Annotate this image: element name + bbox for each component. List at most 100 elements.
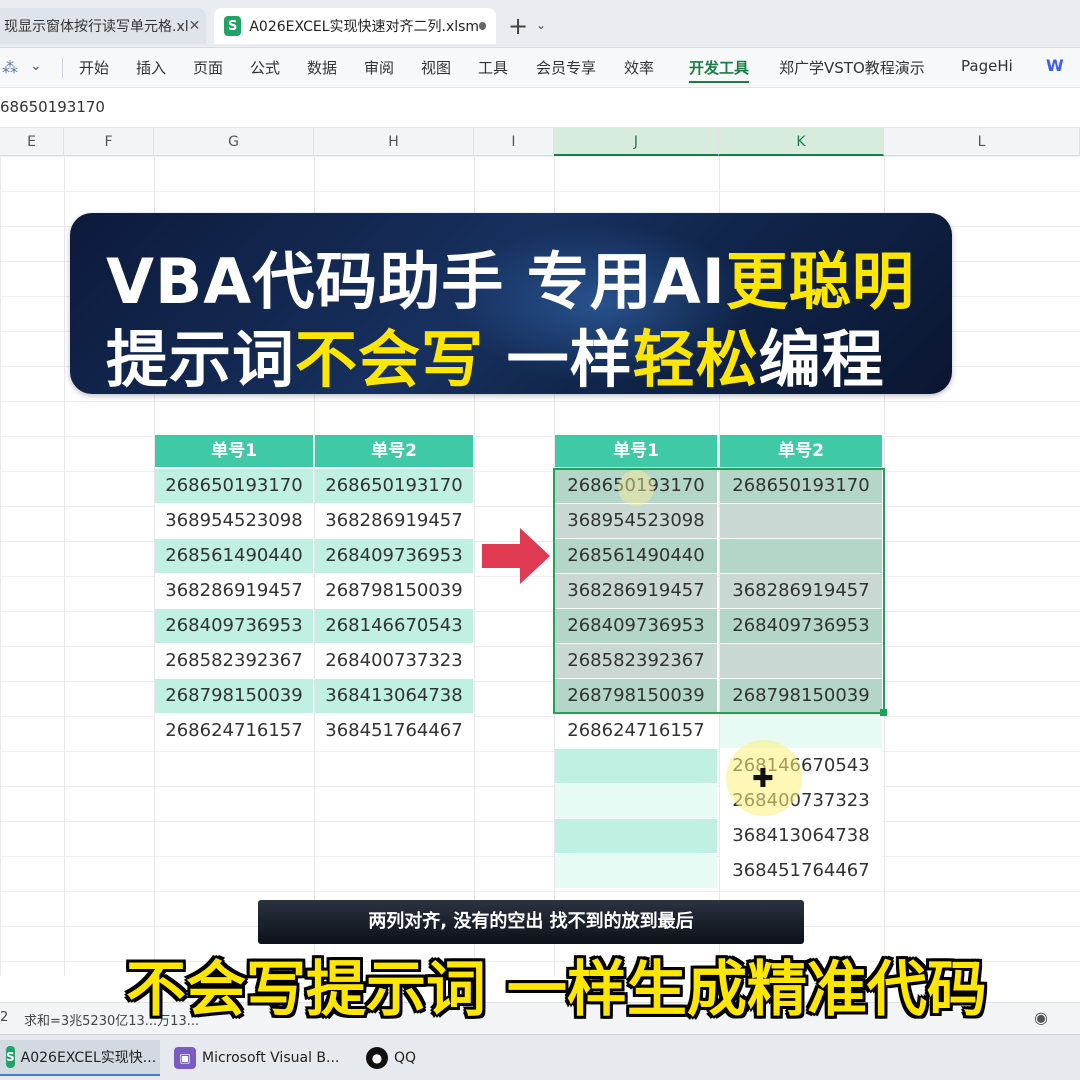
formula-bar[interactable]: 68650193170 bbox=[0, 88, 1080, 128]
menu-page[interactable]: 页面 bbox=[193, 57, 223, 78]
left-table-cell[interactable]: 268409736953 bbox=[155, 609, 313, 643]
left-table-cell[interactable]: 368451764467 bbox=[315, 714, 473, 748]
banner-highlight: 不会写 bbox=[295, 323, 485, 394]
taskbar-label: QQ bbox=[394, 1050, 417, 1066]
banner-highlight: 轻松 bbox=[632, 323, 759, 394]
left-table-cell[interactable]: 368286919457 bbox=[155, 574, 313, 608]
right-table-cell[interactable]: 268624716157 bbox=[555, 714, 717, 748]
right-table-cell[interactable]: 368286919457 bbox=[555, 574, 717, 608]
right-table-cell[interactable]: 268409736953 bbox=[720, 609, 882, 643]
right-table-cell[interactable] bbox=[720, 539, 882, 573]
left-table-cell[interactable]: 268561490440 bbox=[155, 539, 313, 573]
left-table-cell[interactable]: 268400737323 bbox=[315, 644, 473, 678]
column-header-k[interactable]: K bbox=[719, 128, 884, 156]
menu-review[interactable]: 审阅 bbox=[364, 57, 394, 78]
menu-vsto-demo[interactable]: 郑广学VSTO教程演示 bbox=[779, 57, 925, 78]
network-icon[interactable]: ⁂ bbox=[2, 58, 18, 77]
column-header-h[interactable]: H bbox=[314, 128, 474, 156]
visual-basic-icon: ▣ bbox=[174, 1047, 196, 1069]
banner-line-2: 提示词不会写 一样轻松编程 bbox=[106, 309, 885, 394]
chevron-down-icon[interactable]: ⌄ bbox=[536, 18, 546, 32]
left-table-cell[interactable]: 268798150039 bbox=[315, 574, 473, 608]
menu-pagehi[interactable]: PageHi bbox=[961, 57, 1013, 75]
click-indicator bbox=[618, 470, 654, 506]
left-table-cell[interactable]: 268582392367 bbox=[155, 644, 313, 678]
right-table-cell[interactable]: 368413064738 bbox=[720, 819, 882, 853]
tab-active-label: A026EXCEL实现快速对齐二列.xlsm bbox=[249, 19, 480, 35]
tab-inactive-label: 现显示窗体按行读写单元格.xl bbox=[4, 19, 189, 35]
chevron-down-icon[interactable]: ⌄ bbox=[30, 58, 42, 74]
left-table-cell[interactable]: 268650193170 bbox=[315, 469, 473, 503]
right-table-cell[interactable] bbox=[720, 644, 882, 678]
browser-tab-bar: 现显示窗体按行读写单元格.xl ✕ S A026EXCEL实现快速对齐二列.xl… bbox=[0, 0, 1080, 48]
column-header-f[interactable]: F bbox=[64, 128, 154, 156]
right-table-cell[interactable]: 268409736953 bbox=[555, 609, 717, 643]
right-table-cell[interactable] bbox=[720, 504, 882, 538]
left-table-cell[interactable]: 268409736953 bbox=[315, 539, 473, 573]
left-table-cell[interactable]: 268146670543 bbox=[315, 609, 473, 643]
left-table-header-1[interactable]: 单号1 bbox=[155, 435, 313, 467]
eye-icon[interactable]: ◉ bbox=[1034, 1008, 1048, 1027]
left-table-cell[interactable]: 368286919457 bbox=[315, 504, 473, 538]
right-table-cell[interactable]: 368286919457 bbox=[720, 574, 882, 608]
right-table-cell[interactable] bbox=[720, 714, 882, 748]
right-table-cell[interactable]: 368451764467 bbox=[720, 854, 882, 888]
menu-tools[interactable]: 工具 bbox=[478, 57, 508, 78]
tab-active-file[interactable]: S A026EXCEL实现快速对齐二列.xlsm bbox=[214, 8, 496, 44]
banner-text: 编程 bbox=[758, 323, 885, 394]
formula-bar-value: 68650193170 bbox=[0, 98, 105, 116]
taskbar-item-excel[interactable]: S A026EXCEL实现快... bbox=[0, 1040, 160, 1076]
column-header-i[interactable]: I bbox=[474, 128, 554, 156]
right-table-header-2[interactable]: 单号2 bbox=[720, 435, 882, 467]
left-table-cell[interactable]: 268798150039 bbox=[155, 679, 313, 713]
menu-view[interactable]: 视图 bbox=[421, 57, 451, 78]
menu-formula[interactable]: 公式 bbox=[250, 57, 280, 78]
promo-banner: VBA代码助手 专用AI更聪明 提示词不会写 一样轻松编程 bbox=[70, 213, 952, 394]
taskbar-item-vba[interactable]: ▣ Microsoft Visual B... bbox=[168, 1040, 348, 1076]
menu-insert[interactable]: 插入 bbox=[136, 57, 166, 78]
tab-inactive-file[interactable]: 现显示窗体按行读写单元格.xl ✕ bbox=[0, 8, 206, 44]
banner-text: 一样 bbox=[484, 323, 633, 394]
left-table-cell[interactable]: 268650193170 bbox=[155, 469, 313, 503]
menu-home[interactable]: 开始 bbox=[79, 57, 109, 78]
right-table-cell[interactable]: 268798150039 bbox=[720, 679, 882, 713]
banner-text: 提示词 bbox=[106, 323, 296, 394]
w-logo-icon[interactable]: W bbox=[1046, 56, 1064, 75]
menu-developer[interactable]: 开发工具 bbox=[689, 57, 750, 83]
main-caption: 不会写提示词 一样生成精准代码 bbox=[126, 955, 987, 1025]
right-table-cell[interactable]: 268798150039 bbox=[555, 679, 717, 713]
left-table-cell[interactable]: 368954523098 bbox=[155, 504, 313, 538]
left-table-cell[interactable]: 268624716157 bbox=[155, 714, 313, 748]
column-header-g[interactable]: G bbox=[154, 128, 314, 156]
fill-handle[interactable] bbox=[880, 709, 887, 716]
menu-efficiency[interactable]: 效率 bbox=[624, 57, 654, 78]
right-table-cell[interactable] bbox=[555, 749, 717, 783]
menu-member[interactable]: 会员专享 bbox=[536, 57, 596, 78]
qq-icon: ● bbox=[366, 1047, 388, 1069]
taskbar-label: Microsoft Visual B... bbox=[202, 1050, 340, 1066]
right-table-header-1[interactable]: 单号1 bbox=[555, 435, 717, 467]
right-table-cell[interactable]: 368954523098 bbox=[555, 504, 717, 538]
column-headers: E F G H I J K L bbox=[0, 128, 1080, 156]
menu-data[interactable]: 数据 bbox=[307, 57, 337, 78]
right-arrow-icon bbox=[482, 528, 550, 584]
close-icon[interactable]: ✕ bbox=[189, 18, 201, 34]
column-header-j[interactable]: J bbox=[554, 128, 719, 156]
excel-icon: S bbox=[6, 1046, 15, 1068]
new-tab-button[interactable]: + bbox=[508, 12, 528, 40]
right-table-cell[interactable] bbox=[555, 784, 717, 818]
column-header-e[interactable]: E bbox=[0, 128, 64, 156]
subtitle-caption: 两列对齐, 没有的空出 找不到的放到最后 bbox=[258, 900, 804, 944]
column-header-l[interactable]: L bbox=[884, 128, 1080, 156]
right-table-cell[interactable]: 268561490440 bbox=[555, 539, 717, 573]
taskbar-label: A026EXCEL实现快... bbox=[20, 1050, 157, 1066]
right-table-cell[interactable]: 268650193170 bbox=[720, 469, 882, 503]
right-table-cell[interactable] bbox=[555, 819, 717, 853]
right-table-cell[interactable]: 268582392367 bbox=[555, 644, 717, 678]
left-table-header-2[interactable]: 单号2 bbox=[315, 435, 473, 467]
left-table-cell[interactable]: 368413064738 bbox=[315, 679, 473, 713]
taskbar-item-qq[interactable]: ● QQ bbox=[360, 1040, 440, 1076]
spreadsheet-icon: S bbox=[224, 16, 242, 36]
banner-highlight: 更聪明 bbox=[725, 245, 915, 318]
right-table-cell[interactable] bbox=[555, 854, 717, 888]
